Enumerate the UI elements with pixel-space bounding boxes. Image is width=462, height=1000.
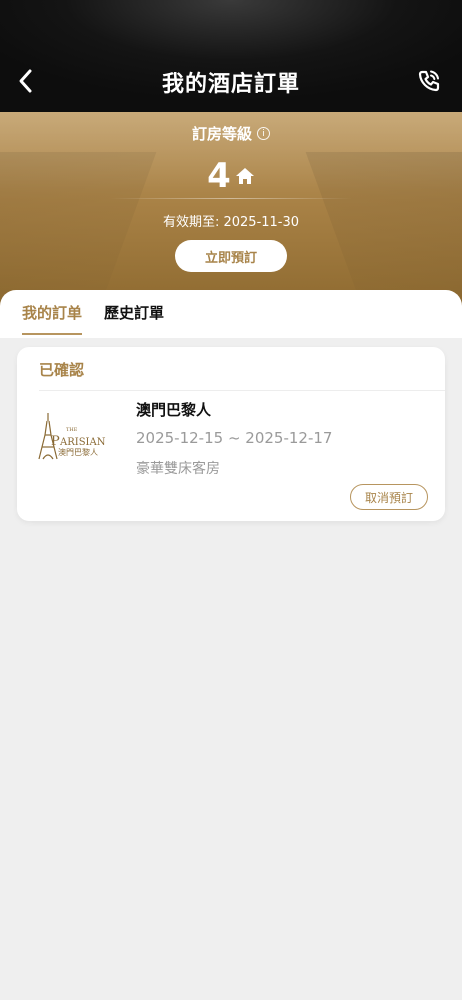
room-type: 豪華雙床客房: [136, 461, 220, 477]
status-badge: 已確認: [39, 361, 85, 379]
tier-level-value: 4: [207, 156, 231, 196]
active-tab-indicator: [22, 333, 82, 335]
membership-tier-banner: 訂房等級 i 4 有效期至: 2025-11-30 立即預訂: [0, 112, 462, 308]
logo-text: 澳門巴黎人: [58, 447, 98, 457]
hotel-orders-screen: 我的酒店訂單 訂房等級 i 4 有效期至: 2025-11-30 立即預訂 我的…: [0, 0, 462, 1000]
house-icon: [235, 168, 254, 184]
tier-level: 4: [0, 156, 462, 196]
tab-my-orders[interactable]: 我的訂单: [22, 302, 82, 323]
logo-text: P: [51, 434, 60, 449]
order-card[interactable]: 已確認 THE P ARISIAN 澳門巴黎人 澳門巴黎人 2025-12-15…: [17, 347, 445, 521]
logo-text: THE: [66, 427, 78, 433]
info-icon[interactable]: i: [257, 127, 270, 140]
tier-label: 訂房等級: [191, 125, 252, 143]
book-now-button[interactable]: 立即預訂: [175, 240, 287, 272]
page-title: 我的酒店訂單: [161, 72, 300, 97]
tier-divider: [110, 198, 352, 199]
validity-date: 有效期至: 2025-11-30: [162, 215, 300, 230]
logo-text: ARISIAN: [59, 437, 106, 448]
hotel-name: 澳門巴黎人: [136, 401, 212, 419]
call-button[interactable]: [412, 64, 446, 98]
tab-order-history[interactable]: 歷史訂單: [104, 302, 164, 323]
tier-label-row: 訂房等級 i: [0, 123, 462, 144]
cancel-booking-button[interactable]: 取消預訂: [350, 484, 428, 510]
stay-date-range: 2025-12-15 ~ 2025-12-17: [136, 429, 333, 447]
top-bar: 我的酒店訂單: [0, 0, 462, 112]
order-tabs: 我的訂单 歷史訂單: [0, 290, 462, 338]
card-divider: [39, 390, 445, 391]
hotel-logo: THE P ARISIAN 澳門巴黎人: [38, 413, 106, 460]
phone-icon: [418, 70, 440, 92]
